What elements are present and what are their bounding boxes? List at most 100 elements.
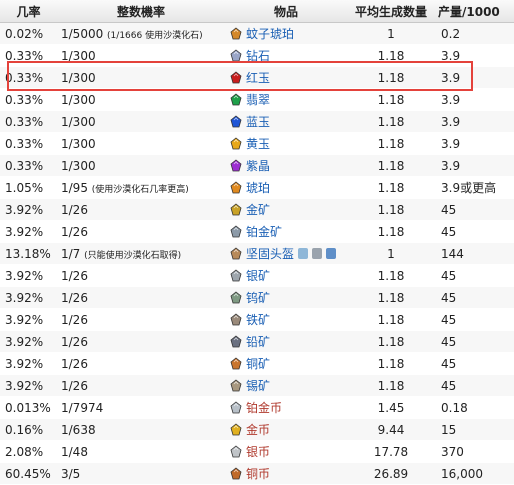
avg-cell: 1.18 — [347, 286, 435, 309]
item-link[interactable]: 锡矿 — [246, 377, 270, 394]
yield-cell: 370 — [435, 440, 514, 463]
item-link[interactable]: 铁矿 — [246, 311, 270, 328]
chance-value: 1/26 — [61, 334, 88, 349]
avg-cell: 1.18 — [347, 308, 435, 331]
yield-cell: 3.9 — [435, 132, 514, 155]
item-link[interactable]: 银矿 — [246, 267, 270, 284]
item-link[interactable]: 金矿 — [246, 201, 270, 218]
item-link[interactable]: 铅矿 — [246, 333, 270, 350]
rate-cell: 0.33% — [0, 154, 57, 177]
avg-cell: 1.18 — [347, 110, 435, 133]
avg-cell: 1.18 — [347, 374, 435, 397]
chance-cell: 1/26 — [57, 286, 225, 309]
chance-value: 1/638 — [61, 422, 96, 437]
item-link[interactable]: 翡翠 — [246, 91, 270, 108]
avg-cell: 26.89 — [347, 462, 435, 485]
item-link[interactable]: 黄玉 — [246, 135, 270, 152]
chance-value: 1/300 — [61, 136, 96, 151]
avg-cell: 9.44 — [347, 418, 435, 441]
tungsten-ore-icon — [230, 290, 242, 303]
chance-value: 1/300 — [61, 92, 96, 107]
item-cell: 钻石 — [225, 44, 347, 67]
table-row: 1.05% 1/95 (使用沙漠化石几率更高) 琥珀 1.18 3.9或更高 — [0, 176, 514, 199]
item-link[interactable]: 铂金矿 — [246, 223, 282, 240]
rate-cell: 0.16% — [0, 418, 57, 441]
chance-cell: 1/300 — [57, 154, 225, 177]
tin-ore-icon — [230, 378, 242, 391]
iron-ore-icon — [230, 312, 242, 325]
item-cell: 蓝玉 — [225, 110, 347, 133]
chance-cell: 1/26 — [57, 330, 225, 353]
header-row: 几率 整数機率 物品 平均生成数量 产量/1000 — [0, 0, 514, 23]
item-link[interactable]: 铜矿 — [246, 355, 270, 372]
extractinator-drop-table: 几率 整数機率 物品 平均生成数量 产量/1000 0.02% 1/5000 (1… — [0, 0, 514, 485]
table-row: 0.02% 1/5000 (1/1666 使用沙漠化石) 蚊子琥珀 1 0.2 — [0, 22, 514, 45]
table-row: 0.33% 1/300 蓝玉 1.18 3.9 — [0, 110, 514, 133]
table-row: 0.013% 1/7974 铂金币 1.45 0.18 — [0, 396, 514, 419]
avg-cell: 1.18 — [347, 132, 435, 155]
item-link[interactable]: 金币 — [246, 421, 270, 438]
chance-value: 1/26 — [61, 224, 88, 239]
header-rate[interactable]: 几率 — [0, 0, 57, 23]
item-cell: 紫晶 — [225, 154, 347, 177]
avg-cell: 1.18 — [347, 330, 435, 353]
item-link[interactable]: 紫晶 — [246, 157, 270, 174]
item-link[interactable]: 钨矿 — [246, 289, 270, 306]
yield-cell: 45 — [435, 198, 514, 221]
chance-value: 1/26 — [61, 290, 88, 305]
table-row: 0.33% 1/300 翡翠 1.18 3.9 — [0, 88, 514, 111]
platinum-coin-icon — [230, 400, 242, 413]
chance-value: 1/26 — [61, 202, 88, 217]
item-link[interactable]: 钻石 — [246, 47, 270, 64]
yield-cell: 3.9 — [435, 154, 514, 177]
item-link[interactable]: 坚固头盔 — [246, 245, 294, 262]
item-link[interactable]: 铂金币 — [246, 399, 282, 416]
table-row: 60.45% 3/5 铜币 26.89 16,000 — [0, 462, 514, 485]
table-row: 0.16% 1/638 金币 9.44 15 — [0, 418, 514, 441]
table-row: 13.18% 1/7 (只能使用沙漠化石取得) 坚固头盔 1 144 — [0, 242, 514, 265]
item-link[interactable]: 铜币 — [246, 465, 270, 482]
item-link[interactable]: 蓝玉 — [246, 113, 270, 130]
chance-note: (1/1666 使用沙漠化石) — [107, 30, 203, 41]
header-chance[interactable]: 整数機率 — [57, 0, 225, 23]
item-link[interactable]: 红玉 — [246, 69, 270, 86]
table-row: 3.92% 1/26 金矿 1.18 45 — [0, 198, 514, 221]
rate-cell: 0.33% — [0, 66, 57, 89]
chance-value: 1/26 — [61, 378, 88, 393]
header-avg[interactable]: 平均生成数量 — [347, 0, 435, 23]
rate-cell: 3.92% — [0, 374, 57, 397]
item-cell: 金币 — [225, 418, 347, 441]
console-icon — [312, 248, 323, 259]
item-link[interactable]: 蚊子琥珀 — [246, 25, 294, 42]
gold-ore-icon — [230, 202, 242, 215]
chance-cell: 1/7974 — [57, 396, 225, 419]
gold-coin-icon — [230, 422, 242, 435]
rate-cell: 1.05% — [0, 176, 57, 199]
table-row: 3.92% 1/26 铁矿 1.18 45 — [0, 308, 514, 331]
rate-cell: 0.33% — [0, 132, 57, 155]
ruby-icon — [230, 70, 242, 83]
chance-value: 1/95 — [61, 180, 88, 195]
table-row: 3.92% 1/26 铅矿 1.18 45 — [0, 330, 514, 353]
chance-cell: 1/26 — [57, 308, 225, 331]
item-cell: 铜矿 — [225, 352, 347, 375]
yield-cell: 0.18 — [435, 396, 514, 419]
item-cell: 钨矿 — [225, 286, 347, 309]
avg-cell: 1.45 — [347, 396, 435, 419]
item-cell: 坚固头盔 — [225, 242, 347, 265]
amethyst-icon — [230, 158, 242, 171]
item-cell: 铂金矿 — [225, 220, 347, 243]
table-row: 0.33% 1/300 红玉 1.18 3.9 — [0, 66, 514, 89]
item-link[interactable]: 琥珀 — [246, 179, 270, 196]
rate-cell: 13.18% — [0, 242, 57, 265]
chance-cell: 1/7 (只能使用沙漠化石取得) — [57, 242, 225, 265]
chance-cell: 1/300 — [57, 44, 225, 67]
fossil-helmet-icon — [230, 246, 242, 259]
item-cell: 琥珀 — [225, 176, 347, 199]
table-row: 0.33% 1/300 钻石 1.18 3.9 — [0, 44, 514, 67]
item-link[interactable]: 银币 — [246, 443, 270, 460]
header-item[interactable]: 物品 — [225, 0, 347, 23]
emerald-icon — [230, 92, 242, 105]
header-yield[interactable]: 产量/1000 — [435, 0, 514, 23]
copper-coin-icon — [230, 466, 242, 479]
